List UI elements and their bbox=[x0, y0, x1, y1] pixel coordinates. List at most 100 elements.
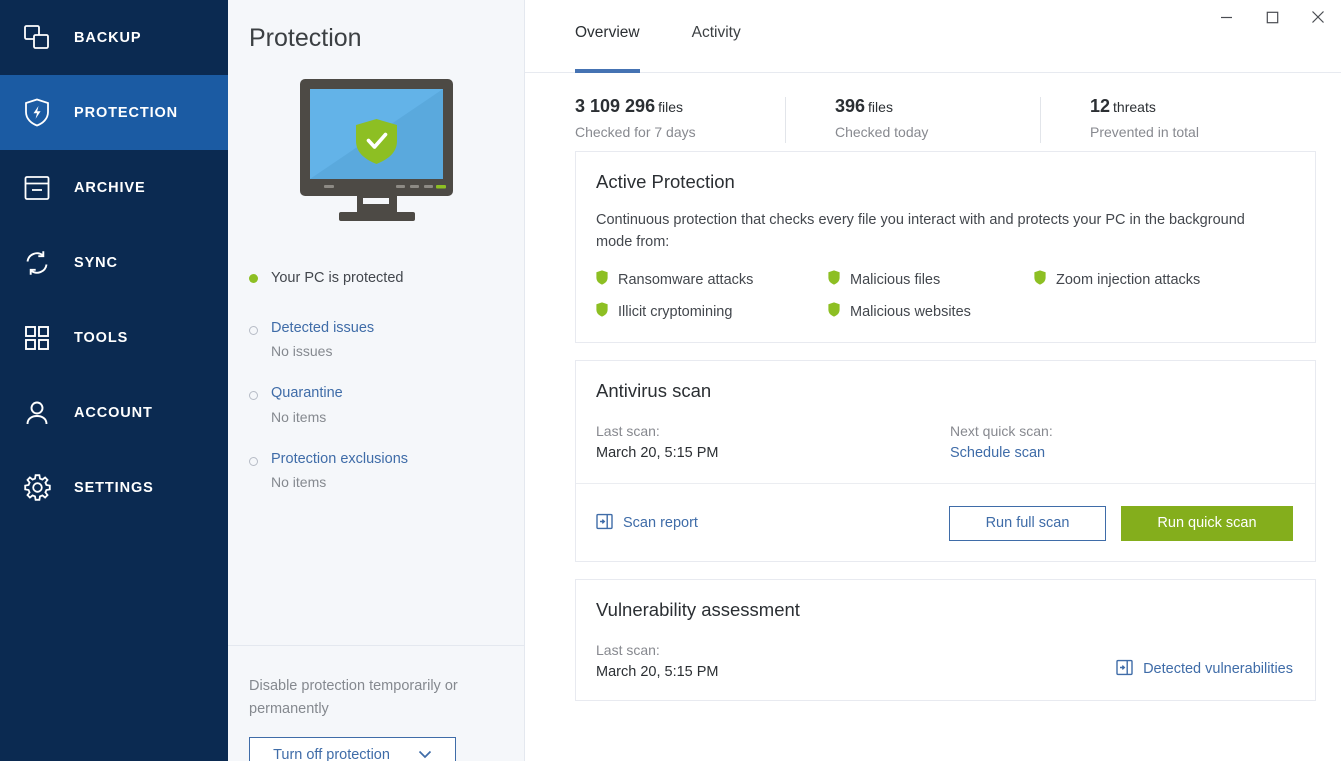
primary-sidebar: BACKUP PROTECTION ARCHIVE bbox=[0, 0, 228, 761]
sidebar-item-label: ARCHIVE bbox=[74, 180, 146, 196]
minimize-button[interactable] bbox=[1203, 0, 1249, 34]
statistics-bar: 3 109 296files Checked for 7 days 396fil… bbox=[525, 73, 1341, 151]
stat-unit: threats bbox=[1113, 99, 1156, 115]
sidebar-item-label: BACKUP bbox=[74, 30, 141, 46]
last-scan-column: Last scan: March 20, 5:15 PM bbox=[596, 642, 1116, 680]
sidebar-item-tools[interactable]: TOOLS bbox=[0, 300, 228, 375]
window-controls bbox=[1203, 0, 1341, 34]
monitor-illustration-wrap bbox=[228, 75, 524, 228]
copies-icon bbox=[20, 21, 54, 55]
monitor-with-green-shield-icon bbox=[284, 75, 469, 228]
gear-icon bbox=[20, 471, 54, 505]
sidebar-item-archive[interactable]: ARCHIVE bbox=[0, 150, 228, 225]
bullet-icon bbox=[249, 457, 258, 466]
panel-footer: Disable protection temporarily or perman… bbox=[249, 675, 508, 761]
bullet-icon bbox=[249, 326, 258, 335]
stat-value-row: 396files bbox=[835, 96, 1040, 117]
chevron-down-icon bbox=[418, 746, 432, 761]
last-scan-column: Last scan: March 20, 5:15 PM bbox=[596, 423, 950, 461]
vulnerability-row: Last scan: March 20, 5:15 PM Detected vu… bbox=[596, 642, 1293, 680]
list-item[interactable]: Detected issues No issues bbox=[249, 320, 524, 359]
sidebar-item-sync[interactable]: SYNC bbox=[0, 225, 228, 300]
turn-off-protection-button[interactable]: Turn off protection bbox=[249, 737, 456, 761]
list-item[interactable]: Quarantine No items bbox=[249, 385, 524, 424]
green-shield-icon bbox=[596, 270, 608, 290]
green-shield-icon bbox=[828, 270, 840, 290]
detected-issues-link[interactable]: Detected issues bbox=[271, 320, 374, 337]
sidebar-item-backup[interactable]: BACKUP bbox=[0, 0, 228, 75]
status-dot-icon bbox=[249, 274, 258, 283]
scan-actions: Scan report Run full scan Run quick scan bbox=[596, 506, 1293, 541]
feature-item: Malicious websites bbox=[828, 302, 1034, 322]
list-item[interactable]: Protection exclusions No items bbox=[249, 451, 524, 490]
stat-caption: Prevented in total bbox=[1090, 124, 1300, 140]
active-protection-card: Active Protection Continuous protection … bbox=[575, 151, 1316, 343]
next-scan-column: Next quick scan: Schedule scan bbox=[950, 423, 1053, 461]
stat-caption: Checked today bbox=[835, 124, 1040, 140]
protection-status: Your PC is protected bbox=[228, 270, 524, 286]
status-label: Your PC is protected bbox=[271, 270, 403, 286]
turn-off-protection-label: Turn off protection bbox=[273, 747, 390, 761]
quarantine-status: No items bbox=[271, 409, 343, 425]
report-document-icon bbox=[1116, 659, 1133, 680]
maximize-button[interactable] bbox=[1249, 0, 1295, 34]
shield-bolt-icon bbox=[20, 96, 54, 130]
scan-info: Last scan: March 20, 5:15 PM Next quick … bbox=[596, 423, 1293, 483]
sidebar-item-label: SETTINGS bbox=[74, 480, 154, 496]
sidebar-item-account[interactable]: ACCOUNT bbox=[0, 375, 228, 450]
schedule-scan-link[interactable]: Schedule scan bbox=[950, 445, 1053, 461]
tab-overview[interactable]: Overview bbox=[575, 0, 640, 73]
stat-unit: files bbox=[658, 99, 683, 115]
feature-label: Illicit cryptomining bbox=[618, 304, 732, 320]
feature-item: Illicit cryptomining bbox=[596, 302, 828, 322]
protection-exclusions-link[interactable]: Protection exclusions bbox=[271, 451, 408, 468]
green-shield-icon bbox=[596, 302, 608, 322]
sidebar-item-settings[interactable]: SETTINGS bbox=[0, 450, 228, 525]
stat-caption: Checked for 7 days bbox=[575, 124, 785, 140]
application-window: BACKUP PROTECTION ARCHIVE bbox=[0, 0, 1341, 761]
tab-activity[interactable]: Activity bbox=[692, 0, 741, 73]
sidebar-item-label: ACCOUNT bbox=[74, 405, 153, 421]
feature-label: Malicious websites bbox=[850, 304, 971, 320]
green-shield-icon bbox=[1034, 270, 1046, 290]
stat-threats-prevented: 12threats Prevented in total bbox=[1040, 96, 1300, 151]
archive-box-icon bbox=[20, 171, 54, 205]
feature-item: Zoom injection attacks bbox=[1034, 270, 1293, 290]
detected-issues-status: No issues bbox=[271, 343, 374, 359]
person-icon bbox=[20, 396, 54, 430]
scan-report-label: Scan report bbox=[623, 515, 698, 531]
cards-container: Active Protection Continuous protection … bbox=[525, 151, 1341, 701]
sidebar-item-protection[interactable]: PROTECTION bbox=[0, 75, 228, 150]
feature-item: Ransomware attacks bbox=[596, 270, 828, 290]
panel-divider bbox=[228, 645, 524, 646]
stat-number: 396 bbox=[835, 96, 865, 116]
main-content: Overview Activity 3 109 296files Checked… bbox=[525, 0, 1341, 761]
card-separator bbox=[576, 483, 1315, 484]
quarantine-link[interactable]: Quarantine bbox=[271, 385, 343, 402]
antivirus-scan-card: Antivirus scan Last scan: March 20, 5:15… bbox=[575, 360, 1316, 562]
close-button[interactable] bbox=[1295, 0, 1341, 34]
report-document-icon bbox=[596, 513, 613, 534]
card-title: Antivirus scan bbox=[596, 380, 1293, 402]
disable-protection-description: Disable protection temporarily or perman… bbox=[249, 675, 508, 721]
card-title: Vulnerability assessment bbox=[596, 599, 1293, 621]
scan-report-link[interactable]: Scan report bbox=[596, 513, 949, 534]
feature-item: Malicious files bbox=[828, 270, 1034, 290]
grid-squares-icon bbox=[20, 321, 54, 355]
green-shield-icon bbox=[828, 302, 840, 322]
stat-unit: files bbox=[868, 99, 893, 115]
last-scan-label: Last scan: bbox=[596, 423, 950, 439]
vulnerability-assessment-card: Vulnerability assessment Last scan: Marc… bbox=[575, 579, 1316, 701]
detected-vulnerabilities-label: Detected vulnerabilities bbox=[1143, 661, 1293, 677]
protection-panel: Protection bbox=[228, 0, 525, 761]
stat-files-checked-week: 3 109 296files Checked for 7 days bbox=[525, 96, 785, 151]
run-full-scan-button[interactable]: Run full scan bbox=[949, 506, 1106, 541]
sync-arrows-icon bbox=[20, 246, 54, 280]
feature-label: Ransomware attacks bbox=[618, 272, 753, 288]
protection-links: Detected issues No issues Quarantine No … bbox=[228, 320, 524, 490]
detected-vulnerabilities-link[interactable]: Detected vulnerabilities bbox=[1116, 659, 1293, 680]
run-quick-scan-button[interactable]: Run quick scan bbox=[1121, 506, 1293, 541]
feature-list: Ransomware attacks Malicious files Zoom … bbox=[596, 270, 1293, 322]
sidebar-item-label: SYNC bbox=[74, 255, 118, 271]
stat-files-checked-today: 396files Checked today bbox=[785, 96, 1040, 151]
